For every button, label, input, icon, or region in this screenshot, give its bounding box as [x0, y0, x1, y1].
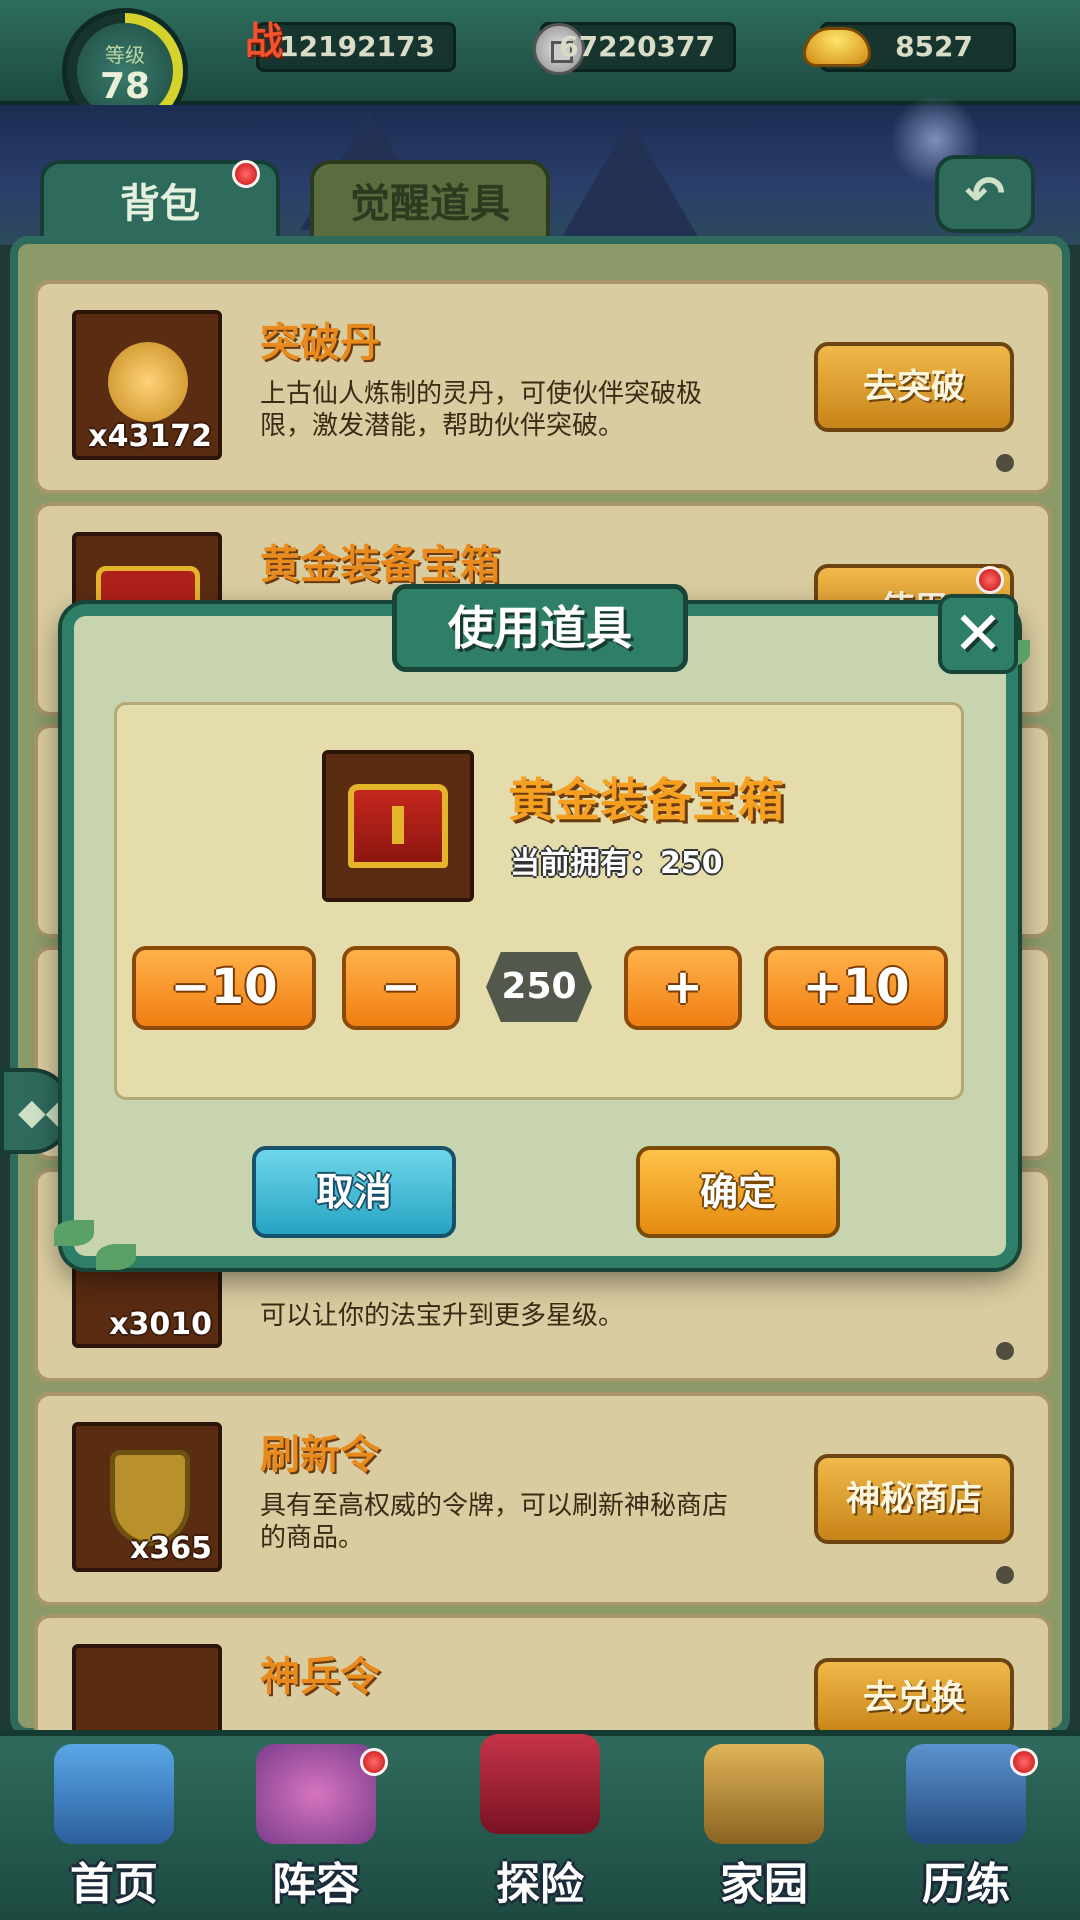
treasure-chest-icon — [348, 784, 448, 868]
training-notification-dot — [1010, 1748, 1038, 1776]
gold-equipment-chest-icon — [322, 750, 474, 902]
owned-count: 当前拥有：250 — [510, 846, 723, 881]
nav-label: 首页 — [70, 1859, 158, 1910]
close-icon[interactable]: ✕ — [938, 594, 1018, 674]
plus-button[interactable]: + — [624, 946, 742, 1030]
cancel-button[interactable]: 取消 — [252, 1146, 456, 1238]
minus-10-button[interactable]: −10 — [132, 946, 316, 1030]
gourd-icon — [256, 1744, 376, 1844]
dialog-title: 使用道具 — [392, 584, 688, 672]
dialog-content-panel — [114, 702, 964, 1100]
dialog-item-name: 黄金装备宝箱 — [508, 773, 784, 827]
mountain-sword-icon — [906, 1744, 1026, 1844]
lineup-notification-dot — [360, 1748, 388, 1776]
palace-gate-icon — [54, 1744, 174, 1844]
nav-adventure[interactable]: 探险 — [440, 1730, 640, 1920]
plus-10-button[interactable]: +10 — [764, 946, 948, 1030]
leaf-decoration — [54, 1220, 94, 1246]
nav-label: 阵容 — [272, 1859, 360, 1910]
nav-label: 探险 — [496, 1859, 584, 1910]
nav-homestead[interactable]: 家园 — [664, 1730, 864, 1920]
leaf-decoration — [96, 1244, 136, 1270]
nav-label: 家园 — [720, 1859, 808, 1910]
nav-label: 历练 — [922, 1859, 1010, 1910]
adventure-gate-icon — [480, 1734, 600, 1834]
nav-home[interactable]: 首页 — [14, 1730, 214, 1920]
house-icon — [704, 1744, 824, 1844]
confirm-button[interactable]: 确定 — [636, 1146, 840, 1238]
quantity-value[interactable]: 250 — [486, 952, 592, 1022]
minus-button[interactable]: − — [342, 946, 460, 1030]
